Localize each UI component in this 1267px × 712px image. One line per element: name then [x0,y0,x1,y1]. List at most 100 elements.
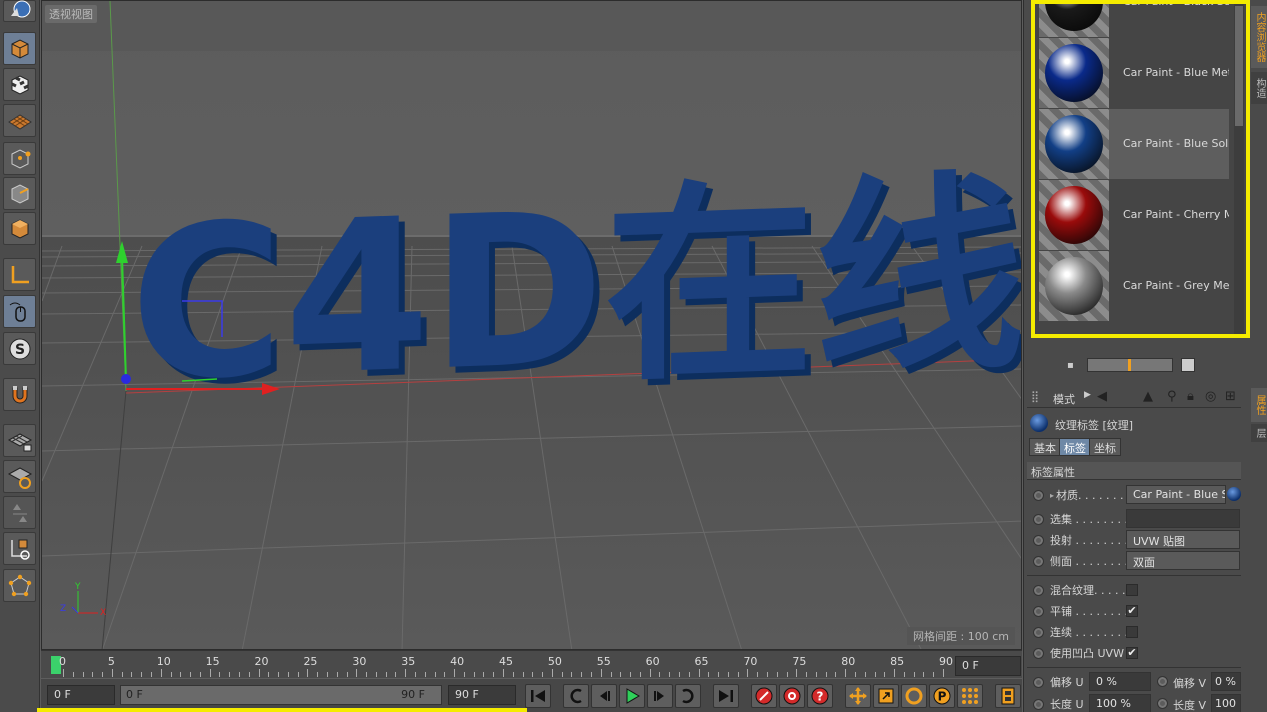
material-item[interactable]: Car Paint - Blue Solid [1039,109,1229,179]
search-icon[interactable]: ⚲ [1167,389,1177,404]
large-thumb-icon[interactable] [1181,358,1195,372]
timeline-tick-mark [542,672,544,677]
timeline-window-icon[interactable] [995,684,1021,708]
go-to-end-icon[interactable] [713,684,739,708]
timeline-tick-mark [894,669,896,677]
position-key-icon[interactable] [845,684,871,708]
up-arrow-icon[interactable]: ▲ [1143,389,1153,404]
keyframe-dot[interactable] [1033,584,1044,596]
tab-tag[interactable]: 标签 [1059,438,1091,456]
keyframe-dot[interactable] [1033,647,1044,659]
selection-field[interactable] [1126,509,1240,528]
small-thumb-icon[interactable]: ▪ [1067,360,1074,371]
offset-v-field[interactable]: 0 % [1211,672,1241,691]
keyframe-dot[interactable] [1157,698,1168,709]
rotation-key-icon[interactable] [901,684,927,708]
keyframe-dot[interactable] [1033,513,1044,525]
mode-arrow-icon: ▶ [1084,390,1091,400]
target-icon[interactable]: ◎ [1205,389,1216,404]
snapping-icon[interactable]: S [3,332,36,365]
side-dropdown[interactable]: 双面 [1126,551,1240,570]
workplane-icon[interactable] [3,104,36,137]
tab-attributes[interactable]: 属性 [1251,388,1267,422]
material-preview-icon[interactable] [1227,487,1241,501]
model-mode-icon[interactable] [3,32,36,65]
texture-mode-icon[interactable] [3,68,36,101]
tweak-mode-icon[interactable] [3,295,36,328]
material-item[interactable]: Car Paint - Grey Meta [1039,251,1229,321]
autokeying-icon[interactable] [779,684,805,708]
record-keys-icon[interactable] [751,684,777,708]
seamless-checkbox[interactable] [1126,626,1138,638]
keyframe-dot[interactable] [1033,626,1044,638]
locked-coordinates-icon[interactable] [3,532,36,565]
play-icon[interactable] [619,684,645,708]
keyframe-dot[interactable] [1033,698,1044,710]
keyframe-dot[interactable] [1033,489,1044,501]
magnet-icon[interactable] [3,378,36,411]
undo-view-icon[interactable] [3,0,36,22]
timeline-tick-mark [336,672,338,677]
keyframe-selection-icon[interactable]: ? [807,684,833,708]
planar-workplane-icon[interactable] [3,460,36,493]
keyframe-dot[interactable] [1157,676,1168,687]
length-u-field[interactable]: 100 % [1089,694,1151,712]
locked-workplane-icon[interactable] [3,424,36,457]
points-mode-icon[interactable] [3,142,36,175]
spline-points-icon[interactable] [3,569,36,602]
keyframe-dot[interactable] [1033,605,1044,617]
edges-mode-icon[interactable] [3,177,36,210]
frame-range-slider[interactable]: 0 F 90 F [120,685,442,705]
material-item[interactable]: Car Paint - Blue Meta [1039,38,1229,108]
thumbnail-size-slider[interactable] [1087,358,1173,372]
end-frame-field[interactable]: 90 F [448,685,516,705]
next-key-icon[interactable] [675,684,701,708]
projection-row: 投射 . . . . . . . . UVW 贴图 [1027,530,1241,550]
previous-frame-icon[interactable] [591,684,617,708]
timeline-tick-mark [151,672,152,677]
lock-icon[interactable]: 🔒︎ [1187,389,1194,404]
length-v-field[interactable]: 100 % [1211,694,1241,712]
projection-dropdown[interactable]: UVW 贴图 [1126,530,1240,549]
keyframe-dot[interactable] [1033,555,1044,567]
point-level-animation-icon[interactable] [957,684,983,708]
go-to-start-icon[interactable] [525,684,551,708]
material-item[interactable]: Car Paint - Black Soli [1039,4,1229,37]
timeline-tick-label: 55 [596,655,611,668]
keyframe-dot[interactable] [1033,534,1044,546]
timeline-tick-label: 75 [792,655,807,668]
tab-coordinates[interactable]: 坐标 [1089,438,1121,456]
material-item[interactable]: Car Paint - Cherry Me [1039,180,1229,250]
scale-key-icon[interactable] [873,684,899,708]
mix-textures-checkbox[interactable] [1126,584,1138,596]
timeline-tick-mark [72,672,74,677]
current-frame-field[interactable]: 0 F [955,656,1021,676]
start-frame-field[interactable]: 0 F [47,685,115,705]
bump-uvw-checkbox[interactable]: ✔ [1126,647,1138,659]
timeline[interactable]: 0 5 10 15 20 25 30 35 40 45 50 55 60 65 70 75 80 85 90 [41,650,1022,678]
axis-mode-icon[interactable] [3,258,36,291]
expand-icon[interactable]: ▸ [1050,491,1054,500]
tab-layers[interactable]: 层 [1251,424,1267,442]
next-frame-icon[interactable] [647,684,673,708]
material-browser[interactable]: Car Paint - Black Soli Car Paint - Blue M… [1031,0,1250,338]
mode-menu[interactable]: 模式 [1053,391,1075,407]
timeline-tick-mark [219,672,221,677]
polygons-mode-icon[interactable] [3,212,36,245]
new-panel-icon[interactable]: ⊞ [1225,389,1236,404]
viewport-title[interactable]: 透视视图 [45,5,97,23]
tile-checkbox[interactable]: ✔ [1126,605,1138,617]
back-arrow-icon[interactable]: ◀ [1097,389,1107,404]
tab-structure[interactable]: 构造 [1251,72,1267,104]
offset-u-field[interactable]: 0 % [1089,672,1151,691]
material-scrollbar[interactable] [1234,4,1244,334]
material-sphere-icon [1045,257,1103,315]
parameter-key-icon[interactable]: P [929,684,955,708]
perspective-viewport[interactable]: C4D在线 C4D在线 Y X Z 透视视图 网格间距 : 100 cm [41,0,1022,650]
keyframe-dot[interactable] [1033,676,1044,688]
tab-content-browser[interactable]: 内容浏览器 [1251,6,1267,68]
align-icon[interactable] [3,496,36,529]
previous-key-icon[interactable] [563,684,589,708]
tab-basic[interactable]: 基本 [1029,438,1061,456]
material-field[interactable]: Car Paint - Blue S [1126,485,1226,504]
